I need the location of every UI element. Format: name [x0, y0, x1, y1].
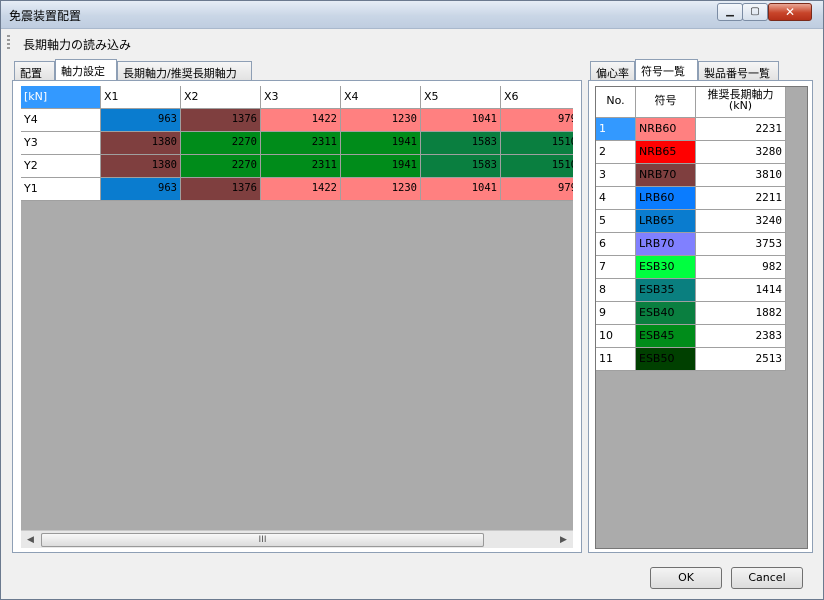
row-header-y2[interactable]: Y2 — [21, 155, 101, 178]
recommended-axial-force-cell[interactable]: 3810 — [696, 164, 786, 187]
column-header-x1[interactable]: X1 — [101, 86, 181, 109]
row-header-y4[interactable]: Y4 — [21, 109, 101, 132]
symbol-table-header-1[interactable]: 符号 — [636, 87, 696, 118]
maximize-icon: ▢ — [750, 6, 760, 17]
tab-left-0[interactable]: 配置 — [14, 61, 55, 80]
tab-left-2[interactable]: 長期軸力/推奨長期軸力 — [117, 61, 252, 80]
symbol-row-number[interactable]: 2 — [596, 141, 636, 164]
symbol-name-cell[interactable]: NRB65 — [636, 141, 696, 164]
recommended-axial-force-cell[interactable]: 3240 — [696, 210, 786, 233]
symbol-row-number[interactable]: 1 — [596, 118, 636, 141]
column-header-x6[interactable]: X6 — [501, 86, 573, 109]
symbol-row-number[interactable]: 4 — [596, 187, 636, 210]
symbol-name-cell[interactable]: ESB30 — [636, 256, 696, 279]
symbol-name-cell[interactable]: LRB65 — [636, 210, 696, 233]
grid-cell[interactable]: 1230 — [341, 109, 421, 132]
window-title: 免震装置配置 — [9, 9, 82, 23]
grid-cell[interactable]: 1422 — [261, 178, 341, 201]
grid-cell[interactable]: 979 — [501, 109, 573, 132]
grid-cell[interactable]: 2270 — [181, 155, 261, 178]
recommended-axial-force-cell[interactable]: 2383 — [696, 325, 786, 348]
grid-cell[interactable]: 1230 — [341, 178, 421, 201]
grid-cell[interactable]: 1510 — [501, 132, 573, 155]
grid-cell[interactable]: 1941 — [341, 132, 421, 155]
grid-cell[interactable]: 1422 — [261, 109, 341, 132]
column-header-x5[interactable]: X5 — [421, 86, 501, 109]
grid-cell[interactable]: 1583 — [421, 155, 501, 178]
symbol-name-cell[interactable]: NRB70 — [636, 164, 696, 187]
grid-cell[interactable]: 963 — [101, 109, 181, 132]
tab-left-1[interactable]: 軸力設定 — [55, 59, 117, 80]
grid-cell[interactable]: 1510 — [501, 155, 573, 178]
horizontal-scrollbar[interactable]: ◀ III ▶ — [21, 530, 573, 548]
column-header-x4[interactable]: X4 — [341, 86, 421, 109]
cancel-button[interactable]: Cancel — [731, 567, 803, 589]
symbol-row-number[interactable]: 7 — [596, 256, 636, 279]
close-icon: ✕ — [784, 5, 796, 19]
grid-cell[interactable]: 1941 — [341, 155, 421, 178]
grid-cell[interactable]: 2311 — [261, 132, 341, 155]
grid-cell[interactable]: 2270 — [181, 132, 261, 155]
minimize-icon: ▁ — [726, 6, 734, 17]
symbol-row-number[interactable]: 10 — [596, 325, 636, 348]
maximize-button[interactable]: ▢ — [742, 3, 768, 21]
toolbar: 長期軸力の読み込み — [5, 33, 819, 53]
title-bar: 免震装置配置 ▁ ▢ ✕ — [1, 1, 823, 29]
tab-right-2[interactable]: 製品番号一覧 — [698, 61, 779, 80]
ok-button[interactable]: OK — [650, 567, 722, 589]
grid-cell[interactable]: 1583 — [421, 132, 501, 155]
minimize-button[interactable]: ▁ — [717, 3, 743, 21]
recommended-axial-force-cell[interactable]: 2211 — [696, 187, 786, 210]
grid-corner-header: [kN] — [21, 86, 101, 109]
grid-cell[interactable]: 1041 — [421, 178, 501, 201]
recommended-axial-force-cell[interactable]: 982 — [696, 256, 786, 279]
tab-right-1[interactable]: 符号一覧 — [635, 59, 698, 80]
symbol-name-cell[interactable]: NRB60 — [636, 118, 696, 141]
grid-cell[interactable]: 963 — [101, 178, 181, 201]
column-header-x2[interactable]: X2 — [181, 86, 261, 109]
symbol-name-cell[interactable]: ESB45 — [636, 325, 696, 348]
column-header-x3[interactable]: X3 — [261, 86, 341, 109]
symbol-row-number[interactable]: 5 — [596, 210, 636, 233]
symbol-table[interactable]: No. 符号 推奨長期軸力 (kN) 1 NRB60 2231 2 NRB65 3280 3 NRB… — [595, 86, 808, 549]
symbol-table-header-0[interactable]: No. — [596, 87, 636, 118]
close-button[interactable]: ✕ — [768, 3, 812, 21]
symbol-name-cell[interactable]: LRB60 — [636, 187, 696, 210]
recommended-axial-force-cell[interactable]: 1882 — [696, 302, 786, 325]
symbol-row-number[interactable]: 3 — [596, 164, 636, 187]
scroll-left-icon[interactable]: ◀ — [22, 532, 39, 548]
symbol-row-number[interactable]: 6 — [596, 233, 636, 256]
recommended-axial-force-cell[interactable]: 2231 — [696, 118, 786, 141]
symbol-row-number[interactable]: 11 — [596, 348, 636, 371]
tab-right-0[interactable]: 偏心率 — [590, 61, 635, 80]
recommended-axial-force-cell[interactable]: 1414 — [696, 279, 786, 302]
symbol-name-cell[interactable]: ESB50 — [636, 348, 696, 371]
symbol-row-number[interactable]: 8 — [596, 279, 636, 302]
grid-cell[interactable]: 2311 — [261, 155, 341, 178]
grid-cell[interactable]: 1041 — [421, 109, 501, 132]
grid-cell[interactable]: 1376 — [181, 178, 261, 201]
right-tab-panel: No. 符号 推奨長期軸力 (kN) 1 NRB60 2231 2 NRB65 3280 3 NRB… — [588, 80, 813, 553]
row-header-y3[interactable]: Y3 — [21, 132, 101, 155]
toolbar-grip-icon[interactable] — [7, 35, 10, 51]
axial-force-grid[interactable]: [kN]X1X2X3X4X5X6Y49631376142212301041979… — [21, 86, 573, 548]
symbol-name-cell[interactable]: ESB35 — [636, 279, 696, 302]
recommended-axial-force-cell[interactable]: 3280 — [696, 141, 786, 164]
symbol-table-header-2[interactable]: 推奨長期軸力 (kN) — [696, 87, 786, 118]
dialog-window: 免震装置配置 ▁ ▢ ✕ 長期軸力の読み込み [kN] X1 X2 X3 X4 X5 X6 Y… — [0, 0, 824, 600]
scrollbar-thumb[interactable]: III — [41, 533, 484, 547]
left-tab-panel: [kN]X1X2X3X4X5X6Y49631376142212301041979… — [12, 80, 582, 553]
grid-cell[interactable]: 979 — [501, 178, 573, 201]
scroll-right-icon[interactable]: ▶ — [555, 532, 572, 548]
grid-cell[interactable]: 1376 — [181, 109, 261, 132]
symbol-name-cell[interactable]: LRB70 — [636, 233, 696, 256]
recommended-axial-force-cell[interactable]: 2513 — [696, 348, 786, 371]
read-long-term-axial-force-button[interactable]: 長期軸力の読み込み — [23, 36, 131, 53]
row-header-y1[interactable]: Y1 — [21, 178, 101, 201]
grid-cell[interactable]: 1380 — [101, 155, 181, 178]
symbol-row-number[interactable]: 9 — [596, 302, 636, 325]
recommended-axial-force-cell[interactable]: 3753 — [696, 233, 786, 256]
grid-cell[interactable]: 1380 — [101, 132, 181, 155]
symbol-name-cell[interactable]: ESB40 — [636, 302, 696, 325]
